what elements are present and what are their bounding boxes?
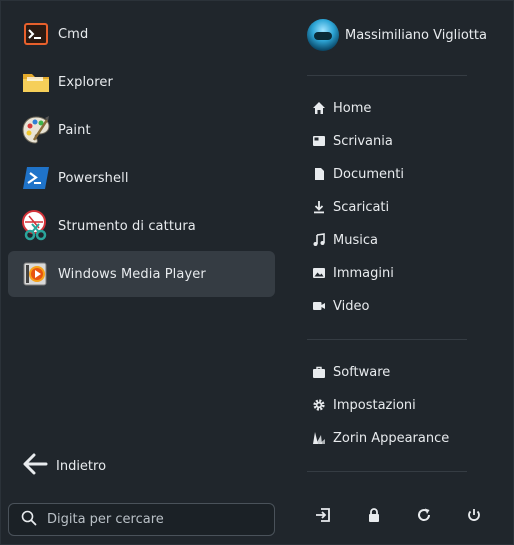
user-account[interactable]: Massimiliano Vigliotta (307, 15, 487, 55)
place-home[interactable]: Home (311, 95, 371, 121)
place-music[interactable]: Musica (311, 227, 378, 253)
user-name: Massimiliano Vigliotta (345, 27, 487, 43)
avatar (307, 19, 339, 51)
app-item-snipping-tool[interactable]: Strumento di cattura (8, 203, 275, 249)
place-label: Scrivania (333, 133, 393, 149)
app-item-paint[interactable]: Paint (8, 107, 275, 153)
system-zorin-appearance[interactable]: Zorin Appearance (311, 425, 449, 451)
gear-icon (311, 397, 327, 413)
app-item-explorer[interactable]: Explorer (8, 59, 275, 105)
lock-icon (366, 507, 382, 527)
app-item-windows-media-player[interactable]: Windows Media Player (8, 251, 275, 297)
divider (307, 471, 467, 472)
app-label: Strumento di cattura (58, 218, 196, 234)
appearance-icon (311, 430, 327, 446)
place-pictures[interactable]: Immagini (311, 260, 394, 286)
place-videos[interactable]: Video (311, 293, 369, 319)
document-icon (311, 166, 327, 182)
home-icon (311, 100, 327, 116)
arrow-left-icon (22, 453, 48, 479)
app-item-cmd[interactable]: Cmd (8, 11, 275, 57)
place-documents[interactable]: Documenti (311, 161, 404, 187)
place-label: Documenti (333, 166, 404, 182)
image-icon (311, 265, 327, 281)
media-player-icon (19, 257, 53, 291)
place-label: Video (333, 298, 370, 314)
app-label: Powershell (58, 170, 129, 186)
back-label: Indietro (56, 458, 107, 474)
system-settings[interactable]: Impostazioni (311, 392, 416, 418)
power-icon (466, 507, 482, 527)
place-label: Home (333, 100, 372, 116)
search-box[interactable] (8, 503, 275, 536)
system-label: Impostazioni (333, 397, 416, 413)
place-downloads[interactable]: Scaricati (311, 194, 389, 220)
app-label: Windows Media Player (58, 266, 206, 282)
folder-icon (19, 65, 53, 99)
system-label: Zorin Appearance (333, 430, 450, 446)
app-label: Cmd (58, 26, 89, 42)
place-label: Immagini (333, 265, 394, 281)
place-label: Scaricati (333, 199, 390, 215)
cmd-icon (19, 17, 53, 51)
restart-icon (416, 507, 432, 527)
search-input[interactable] (47, 512, 247, 527)
video-icon (311, 298, 327, 314)
briefcase-icon (311, 364, 327, 380)
download-icon (311, 199, 327, 215)
system-label: Software (333, 364, 391, 380)
lock-button[interactable] (363, 506, 385, 528)
powershell-icon (19, 161, 53, 195)
app-list: Cmd Explorer Paint Powershell Strumento … (1, 1, 283, 545)
desktop-icon (311, 133, 327, 149)
system-software[interactable]: Software (311, 359, 390, 385)
logout-button[interactable] (312, 506, 334, 528)
music-icon (311, 232, 327, 248)
divider (307, 75, 467, 76)
place-desktop[interactable]: Scrivania (311, 128, 393, 154)
logout-icon (315, 507, 331, 527)
paint-palette-icon (19, 113, 53, 147)
power-button[interactable] (463, 506, 485, 528)
app-item-powershell[interactable]: Powershell (8, 155, 275, 201)
place-label: Musica (333, 232, 378, 248)
snipping-tool-icon (19, 209, 53, 243)
restart-button[interactable] (413, 506, 435, 528)
app-label: Paint (58, 122, 91, 138)
search-icon (21, 510, 37, 530)
app-label: Explorer (58, 74, 113, 90)
start-menu: Cmd Explorer Paint Powershell Strumento … (0, 0, 514, 545)
places-panel: Massimiliano Vigliotta Home Scrivania Do… (297, 1, 514, 545)
back-button[interactable]: Indietro (8, 443, 275, 489)
divider (307, 339, 467, 340)
